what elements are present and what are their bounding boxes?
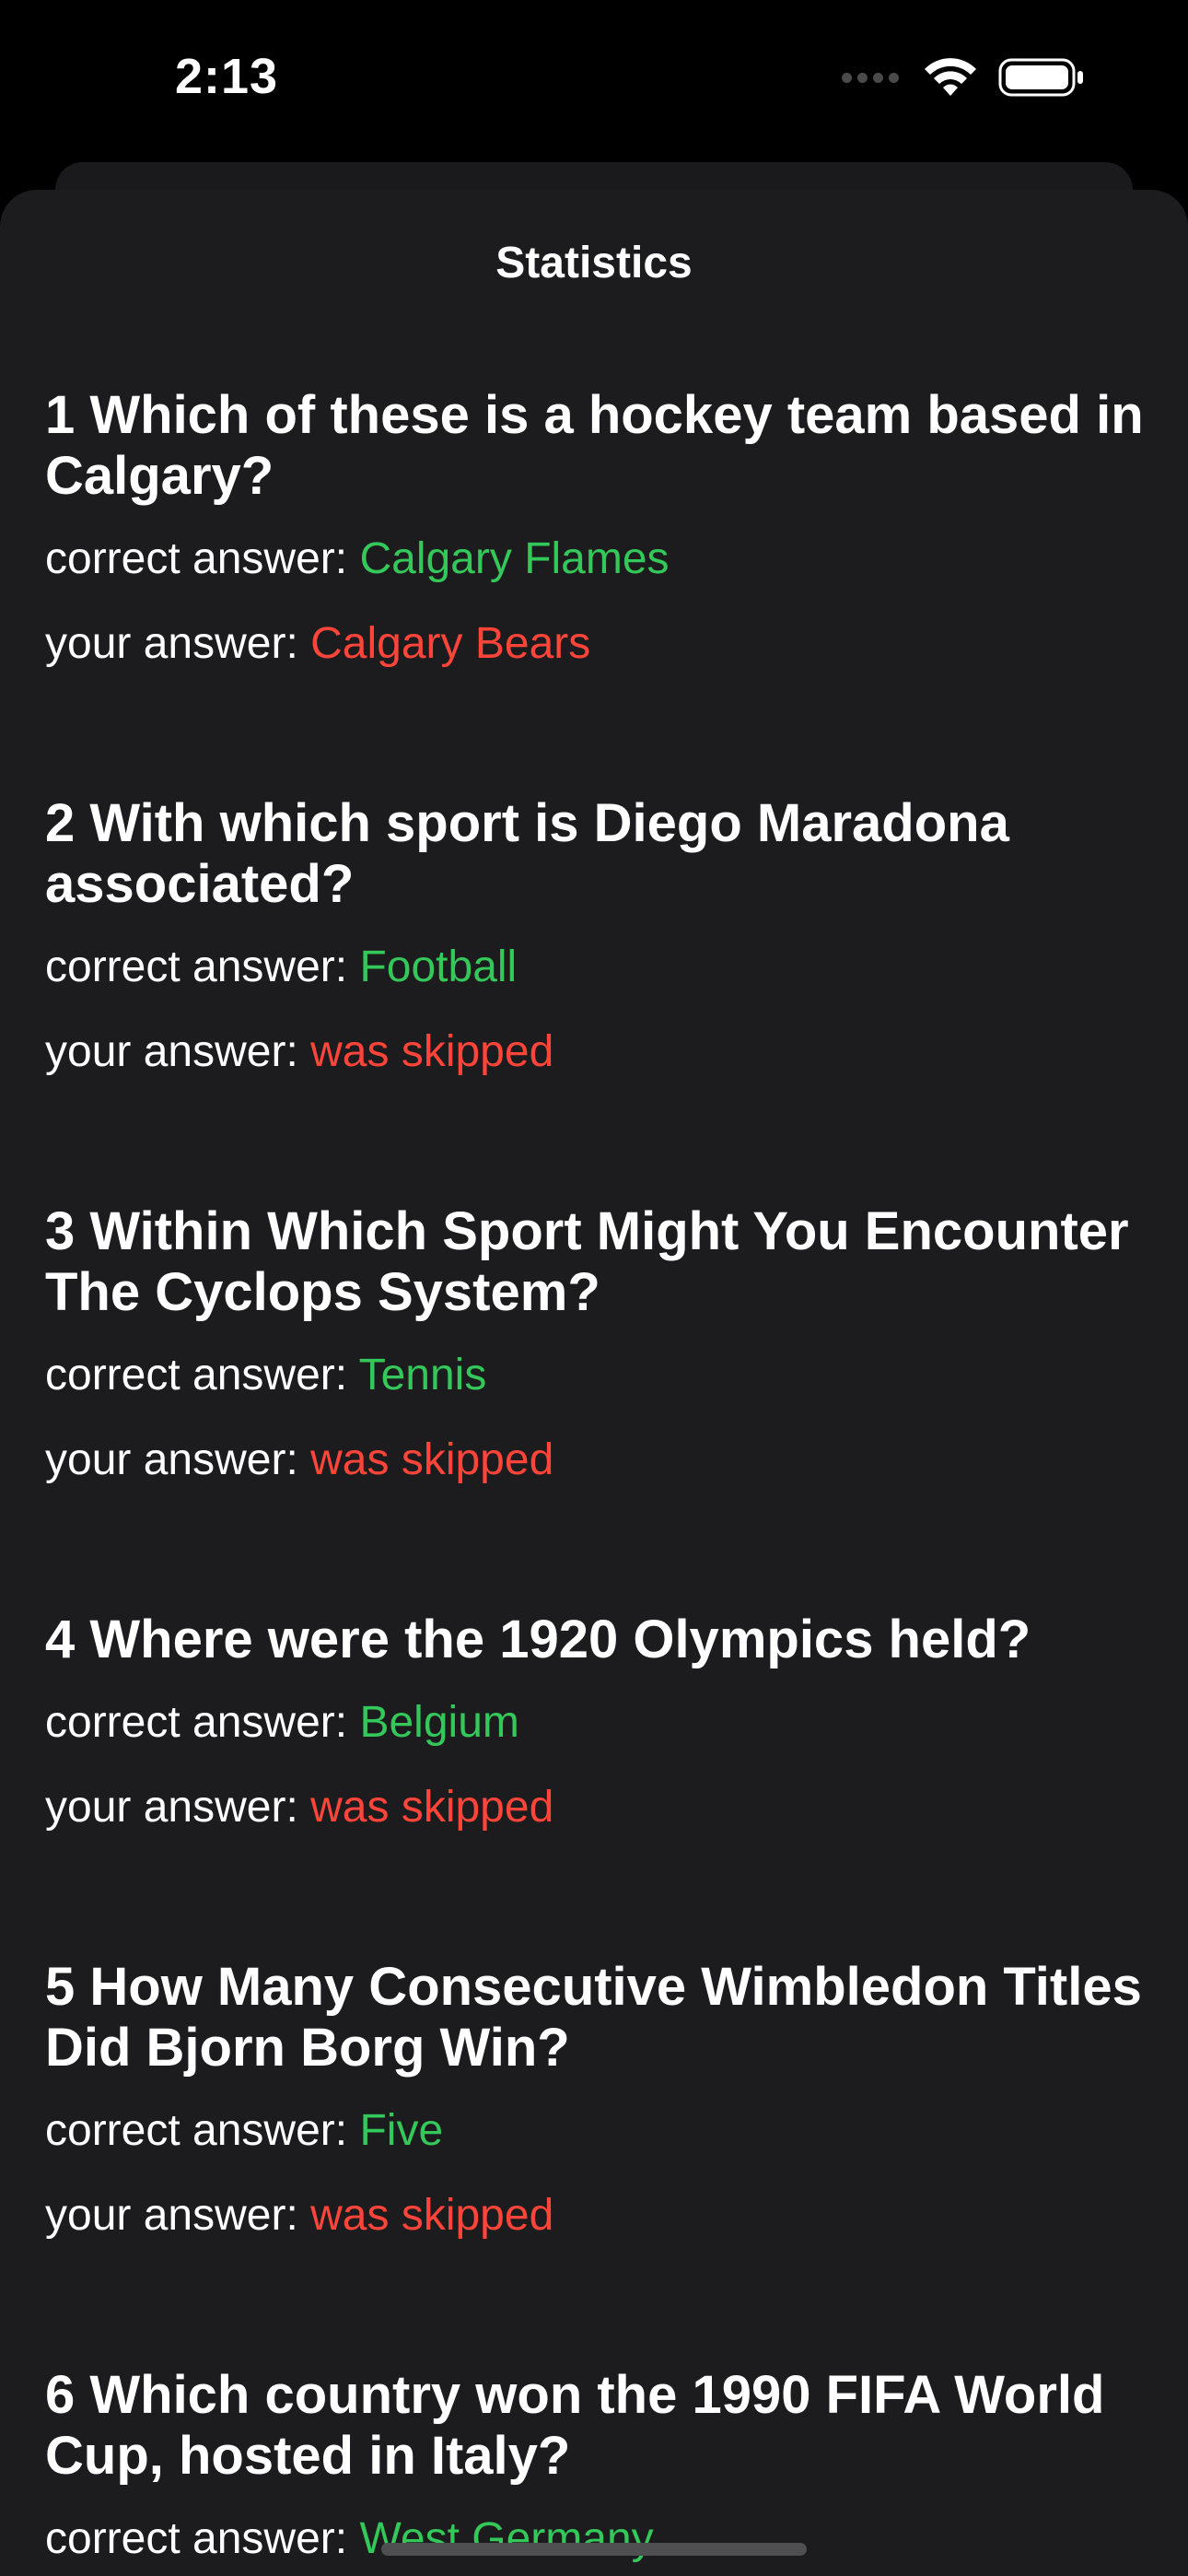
your-answer-label: your answer: [45, 619, 298, 668]
your-answer-label: your answer: [45, 1435, 298, 1484]
your-answer-value: Calgary Bears [310, 619, 591, 668]
correct-answer-label: correct answer: [45, 2514, 348, 2563]
your-answer-row: your answer: was skipped [45, 2189, 1150, 2242]
your-answer-label: your answer: [45, 1027, 298, 1076]
correct-answer-label: correct answer: [45, 1351, 348, 1399]
correct-answer-value: Five [359, 2106, 444, 2155]
question-text: With which sport is Diego Maradona assoc… [45, 793, 1009, 914]
correct-answer-value: Calgary Flames [359, 534, 670, 583]
cellular-signal-icon [842, 72, 899, 83]
correct-answer-row: correct answer: Five [45, 2104, 1150, 2158]
status-icons [842, 57, 1085, 98]
question-title: 4 Where were the 1920 Olympics held? [45, 1610, 1150, 1670]
question-number: 1 [45, 385, 76, 445]
your-answer-value: was skipped [310, 1783, 554, 1832]
question-item: 2 With which sport is Diego Maradona ass… [45, 793, 1150, 1079]
your-answer-value: was skipped [310, 1027, 554, 1076]
your-answer-label: your answer: [45, 1783, 298, 1832]
question-item: 5 How Many Consecutive Wimbledon Titles … [45, 1957, 1150, 2242]
your-answer-row: your answer: Calgary Bears [45, 617, 1150, 671]
correct-answer-label: correct answer: [45, 943, 348, 991]
correct-answer-row: correct answer: Belgium [45, 1696, 1150, 1750]
correct-answer-value: Football [359, 943, 518, 991]
question-number: 2 [45, 793, 76, 853]
correct-answer-value: Belgium [359, 1698, 519, 1747]
question-text: How Many Consecutive Wimbledon Titles Di… [45, 1957, 1142, 2078]
correct-answer-row: correct answer: Tennis [45, 1349, 1150, 1402]
your-answer-value: was skipped [310, 1435, 554, 1484]
question-number: 5 [45, 1957, 76, 2017]
correct-answer-value: Tennis [358, 1351, 487, 1399]
sheet-title: Statistics [495, 239, 693, 287]
question-title: 1 Which of these is a hockey team based … [45, 385, 1150, 507]
question-title: 2 With which sport is Diego Maradona ass… [45, 793, 1150, 915]
question-text: Where were the 1920 Olympics held? [89, 1610, 1031, 1669]
correct-answer-label: correct answer: [45, 534, 348, 583]
your-answer-row: your answer: was skipped [45, 1781, 1150, 1834]
question-text: Within Which Sport Might You Encounter T… [45, 1201, 1129, 1322]
question-title: 3 Within Which Sport Might You Encounter… [45, 1201, 1150, 1323]
question-number: 4 [45, 1610, 76, 1669]
question-item: 4 Where were the 1920 Olympics held? cor… [45, 1610, 1150, 1834]
question-text: Which of these is a hockey team based in… [45, 385, 1144, 506]
correct-answer-label: correct answer: [45, 1698, 348, 1747]
question-item: 3 Within Which Sport Might You Encounter… [45, 1201, 1150, 1487]
correct-answer-value: West Germany [359, 2514, 654, 2563]
status-time: 2:13 [175, 49, 279, 104]
wifi-icon [925, 58, 976, 96]
correct-answer-row: correct answer: Calgary Flames [45, 533, 1150, 586]
question-item: 1 Which of these is a hockey team based … [45, 385, 1150, 671]
question-title: 5 How Many Consecutive Wimbledon Titles … [45, 1957, 1150, 2078]
statistics-sheet[interactable]: Statistics 1 Which of these is a hockey … [0, 190, 1188, 2576]
question-text: Which country won the 1990 FIFA World Cu… [45, 2365, 1105, 2486]
home-indicator[interactable] [381, 2543, 807, 2556]
correct-answer-row: correct answer: Football [45, 941, 1150, 994]
question-item: 6 Which country won the 1990 FIFA World … [45, 2365, 1150, 2566]
your-answer-row: your answer: was skipped [45, 1434, 1150, 1487]
your-answer-value: was skipped [310, 2191, 554, 2240]
question-number: 6 [45, 2365, 76, 2425]
question-title: 6 Which country won the 1990 FIFA World … [45, 2365, 1150, 2487]
battery-icon [998, 58, 1083, 97]
your-answer-label: your answer: [45, 2191, 298, 2240]
correct-answer-row: correct answer: West Germany [45, 2512, 1150, 2566]
your-answer-row: your answer: was skipped [45, 1025, 1150, 1079]
question-number: 3 [45, 1201, 76, 1261]
correct-answer-label: correct answer: [45, 2106, 348, 2155]
status-bar: 2:13 [0, 0, 1188, 166]
question-list[interactable]: 1 Which of these is a hockey team based … [45, 385, 1150, 2576]
